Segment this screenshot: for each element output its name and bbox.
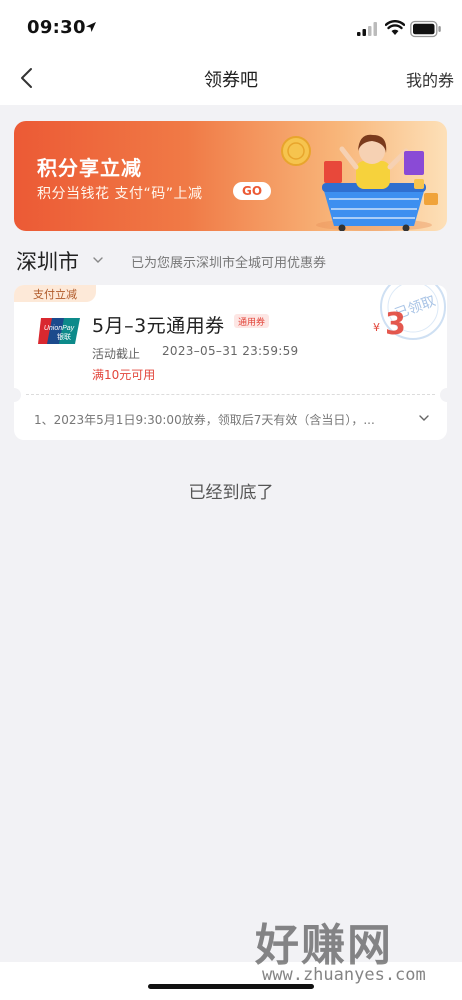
status-bar: 09:30 — [0, 0, 462, 56]
coupon-rules: 1、2023年5月1日9:30:00放券，领取后7天有效（含当日），... — [34, 413, 375, 427]
unionpay-logo-icon: UnionPay 银联 — [38, 318, 80, 344]
coupon-divider — [14, 388, 447, 402]
city-row: 深圳市 已为您展示深圳市全城可用优惠券 — [0, 244, 462, 278]
deadline-label: 活动截止 — [92, 347, 141, 361]
end-of-list-text: 已经到底了 — [188, 483, 274, 503]
shopping-girl-illustration — [281, 134, 438, 231]
usage-condition: 满10元可用 — [92, 368, 156, 382]
chevron-down-icon[interactable] — [92, 255, 104, 265]
my-coupons-button[interactable]: 我的券 — [406, 67, 454, 91]
status-time: 09:30 — [27, 17, 86, 38]
location-arrow-icon — [86, 22, 96, 32]
city-hint: 已为您展示深圳市全城可用优惠券 — [131, 256, 327, 271]
chevron-down-icon[interactable] — [418, 413, 430, 423]
coupon-amount: 3 — [385, 307, 406, 342]
cellular-signal-icon — [357, 22, 377, 36]
watermark-logo: 好赚网 — [255, 920, 393, 971]
deadline-value: 2023–05–31 23:59:59 — [162, 344, 299, 358]
points-discount-banner[interactable]: 积分享立减 积分当钱花 支付“码”上减 GO — [14, 121, 447, 231]
coupon-card[interactable]: 支付立减 UnionPay 银联 5月–3元通用券 通用券 活动截止 2023–… — [14, 285, 447, 440]
city-selector[interactable]: 深圳市 — [16, 246, 79, 276]
wifi-icon — [385, 20, 405, 35]
svg-text:UnionPay: UnionPay — [44, 325, 75, 332]
top-area: 09:30 领券吧 我的券 — [0, 0, 462, 105]
nav-bar: 领券吧 我的券 — [0, 56, 462, 101]
coupon-type-badge: 通用券 — [234, 314, 270, 328]
svg-text:银联: 银联 — [57, 332, 71, 341]
amount-currency: ¥ — [373, 321, 380, 334]
coupon-tag: 支付立减 — [14, 285, 96, 302]
battery-icon — [410, 20, 441, 38]
coupon-title: 5月–3元通用券 — [92, 315, 225, 337]
banner-title: 积分享立减 — [37, 156, 142, 180]
page-title: 领券吧 — [204, 70, 258, 91]
banner-subtitle: 积分当钱花 支付“码”上减 — [37, 186, 203, 202]
watermark-url: www.zhuanyes.com — [262, 965, 426, 985]
